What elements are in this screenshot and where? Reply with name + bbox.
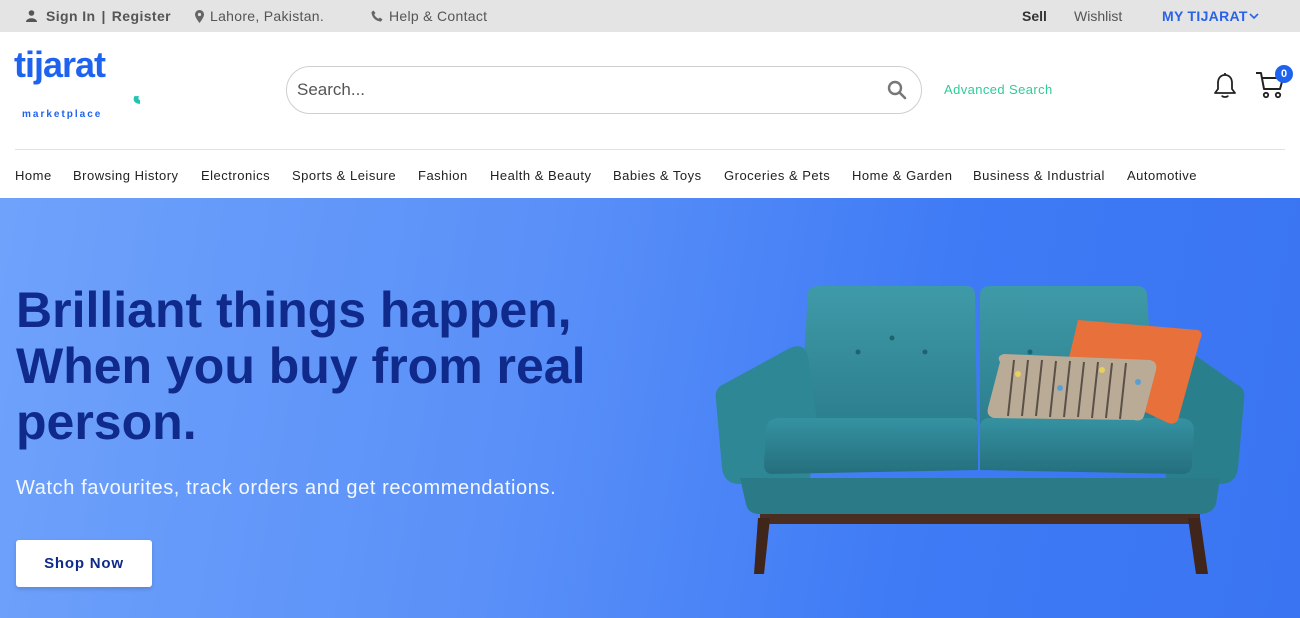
bell-icon[interactable] <box>1212 72 1238 105</box>
search-input[interactable] <box>297 75 857 105</box>
sell-link[interactable]: Sell <box>1022 8 1047 24</box>
header-divider <box>15 149 1285 150</box>
nav-item-home-garden[interactable]: Home & Garden <box>852 168 952 183</box>
location-selector[interactable]: Lahore, Pakistan. <box>195 8 324 24</box>
sofa-image <box>700 278 1260 588</box>
map-marker-icon <box>195 9 204 23</box>
help-label: Help & Contact <box>389 8 488 24</box>
svg-text:tijarat: tijarat <box>14 46 106 85</box>
help-contact-link[interactable]: Help & Contact <box>371 8 487 24</box>
wishlist-link[interactable]: Wishlist <box>1074 8 1122 24</box>
location-label: Lahore, Pakistan. <box>210 8 325 24</box>
top-bar: Sign In | Register Lahore, Pakistan. Hel… <box>0 0 1300 32</box>
search-icon[interactable] <box>887 80 907 105</box>
hero-headline-line-1: Brilliant things happen, <box>16 282 572 338</box>
search-bar <box>286 66 922 114</box>
my-tijarat-menu[interactable]: MY TIJARAT <box>1162 8 1259 24</box>
separator: | <box>101 8 106 24</box>
svg-text:marketplace: marketplace <box>22 109 102 120</box>
register-link[interactable]: Register <box>112 8 171 24</box>
nav-item-browsing-history[interactable]: Browsing History <box>73 168 179 183</box>
hero-banner: Brilliant things happen, When you buy fr… <box>0 198 1300 618</box>
tijarat-logo[interactable]: tijarat تجارت marketplace <box>14 44 211 120</box>
hero-headline-line-3: person. <box>16 394 197 450</box>
sign-in-link[interactable]: Sign In <box>46 8 95 24</box>
advanced-search-link[interactable]: Advanced Search <box>944 82 1053 97</box>
nav-item-business-industrial[interactable]: Business & Industrial <box>973 168 1105 183</box>
nav-item-sports-leisure[interactable]: Sports & Leisure <box>292 168 396 183</box>
sign-in-register: Sign In | Register <box>26 8 171 24</box>
my-tijarat-label: MY TIJARAT <box>1162 8 1248 24</box>
chevron-down-icon <box>1249 12 1259 20</box>
nav-item-groceries-pets[interactable]: Groceries & Pets <box>724 168 830 183</box>
nav-item-babies-toys[interactable]: Babies & Toys <box>613 168 702 183</box>
shop-now-button[interactable]: Shop Now <box>16 540 152 587</box>
hero-headline-line-2: When you buy from real <box>16 338 586 394</box>
nav-item-home[interactable]: Home <box>15 168 52 183</box>
phone-icon <box>371 10 383 22</box>
hero-headline: Brilliant things happen, When you buy fr… <box>16 282 656 450</box>
nav-item-electronics[interactable]: Electronics <box>201 168 270 183</box>
svg-text:تجارت: تجارت <box>132 81 140 111</box>
cart-count-badge: 0 <box>1275 65 1293 83</box>
nav-item-fashion[interactable]: Fashion <box>418 168 468 183</box>
user-icon <box>26 10 37 22</box>
nav-item-automotive[interactable]: Automotive <box>1127 168 1197 183</box>
nav-item-health-beauty[interactable]: Health & Beauty <box>490 168 591 183</box>
hero-subtitle: Watch favourites, track orders and get r… <box>16 477 557 499</box>
